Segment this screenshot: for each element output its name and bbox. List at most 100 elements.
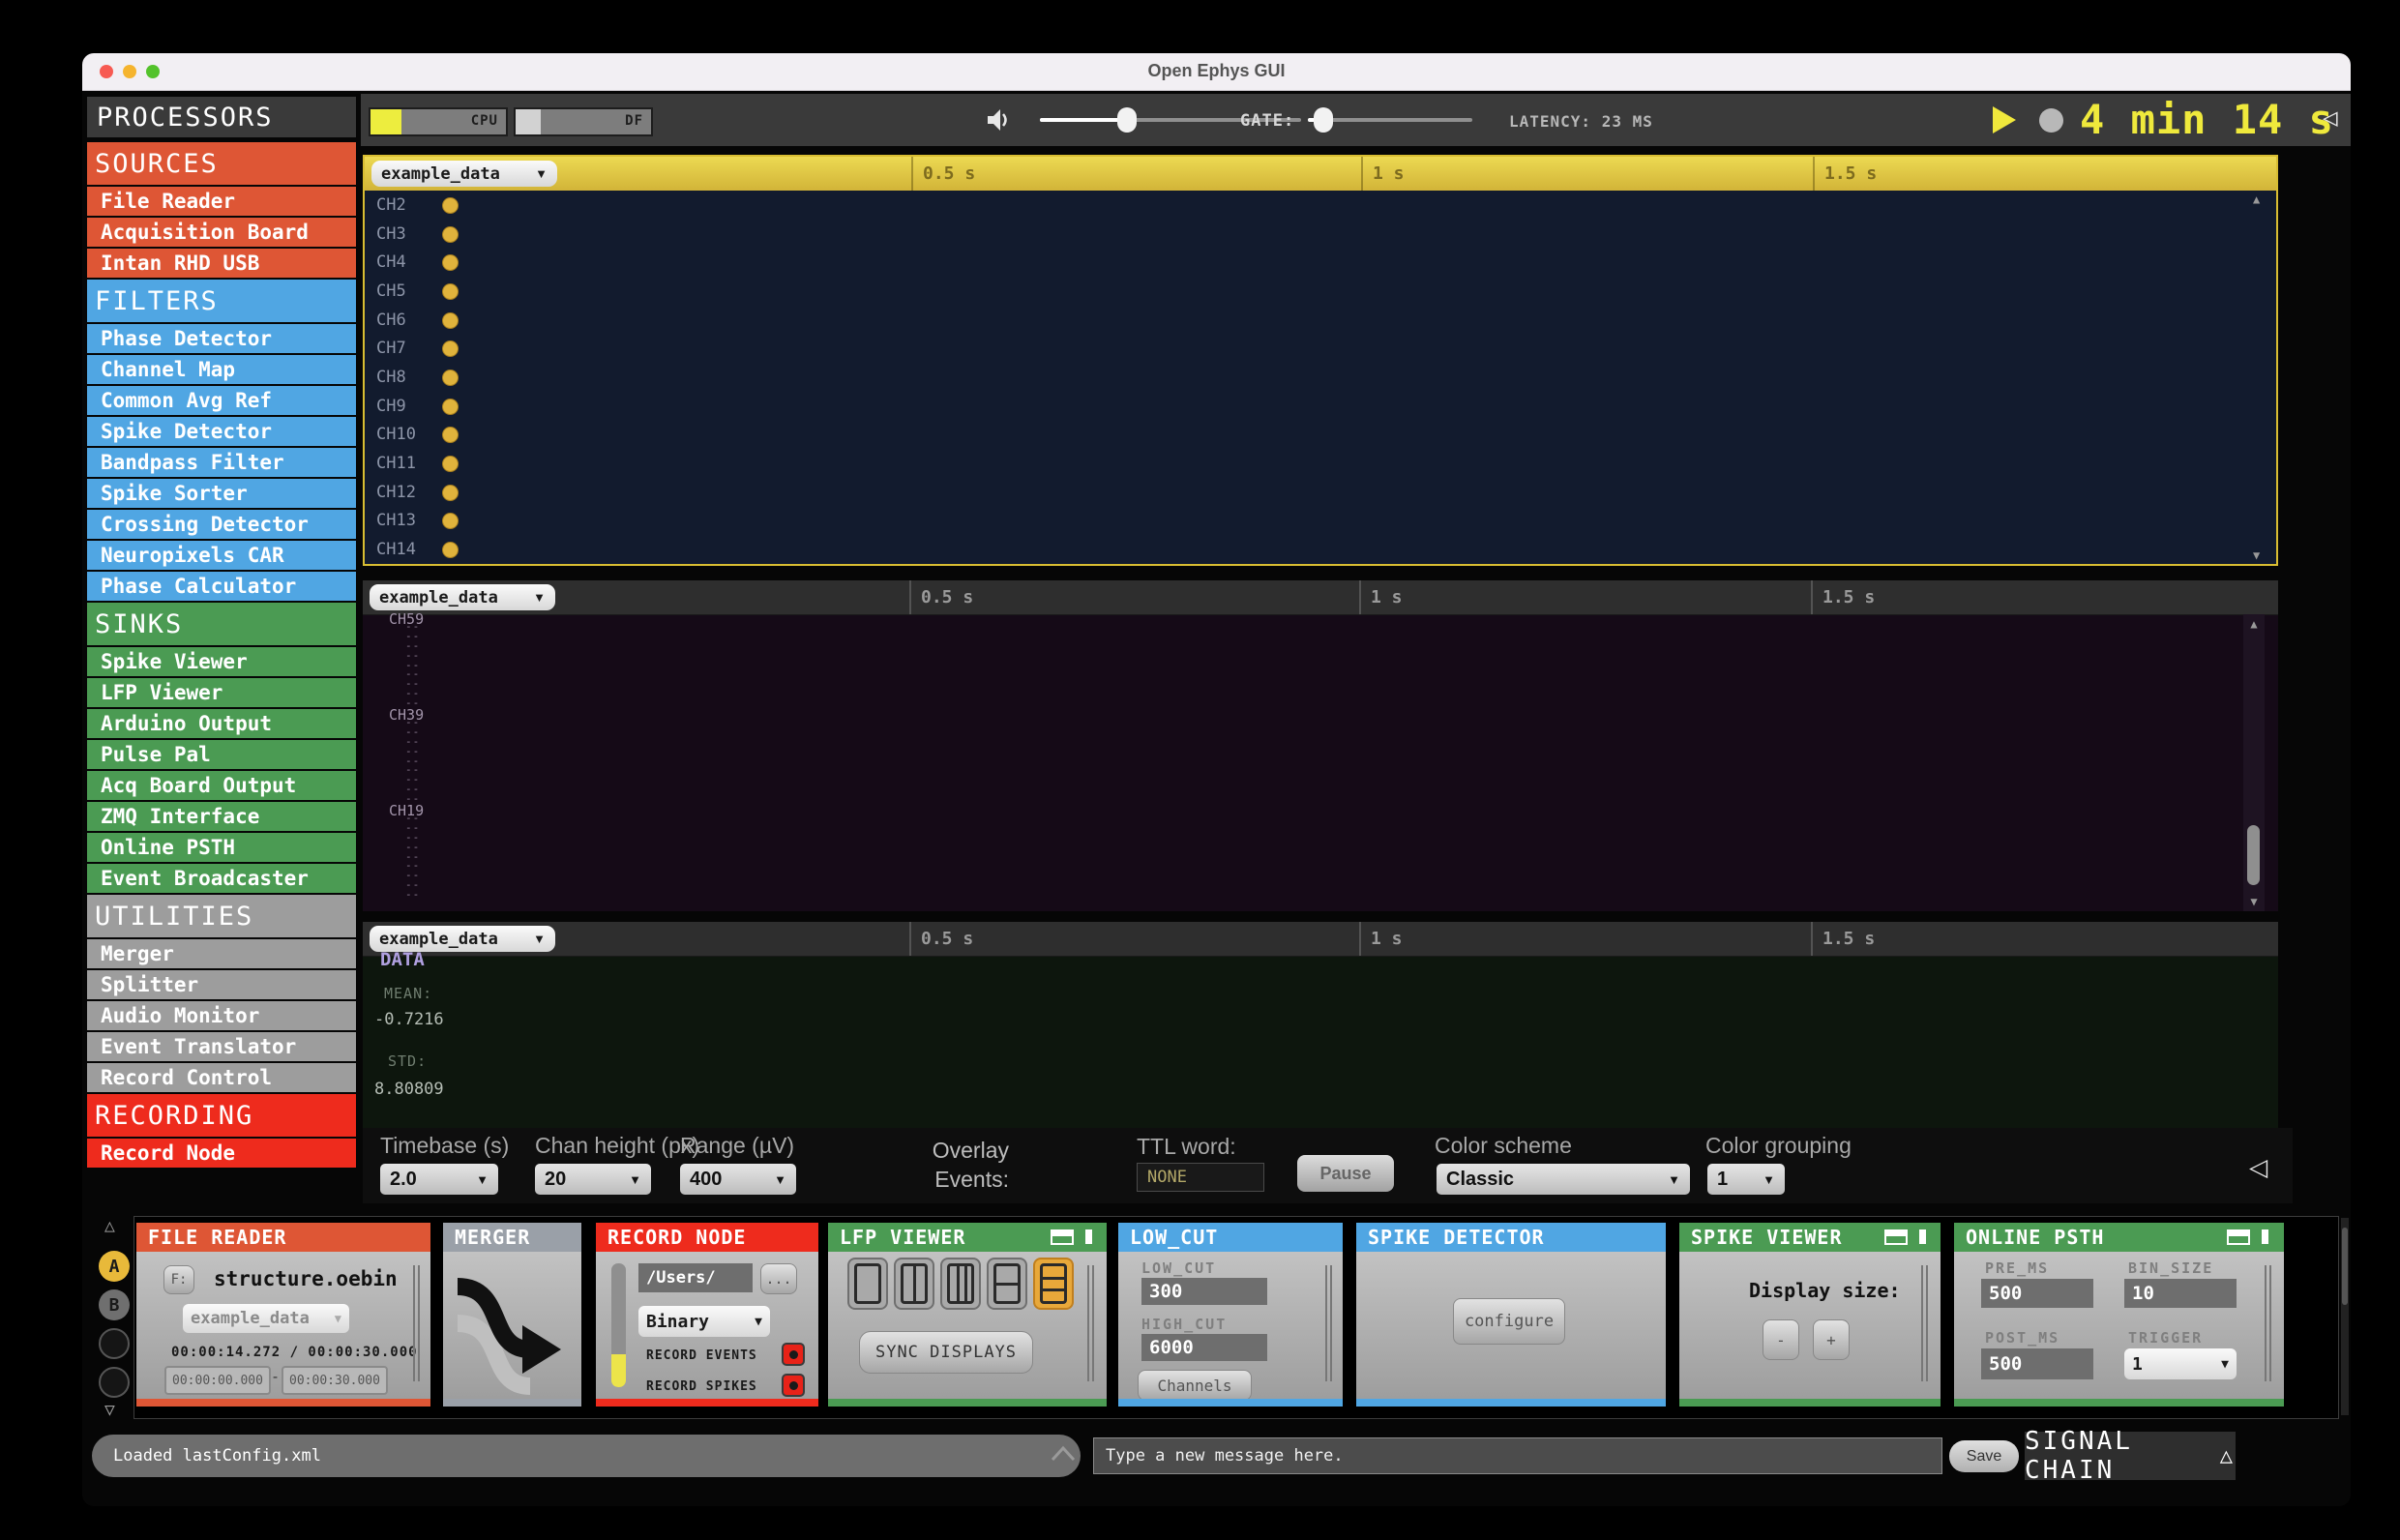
display-size-minus-button[interactable]: -: [1763, 1319, 1799, 1360]
drag-handle[interactable]: [413, 1265, 423, 1381]
data-stream-selector[interactable]: example_data ▼: [370, 926, 555, 952]
sidebar-item-acq-board-output[interactable]: Acq Board Output: [87, 771, 356, 800]
sidebar-item-spike-sorter[interactable]: Spike Sorter: [87, 479, 356, 508]
audio-monitor-dot[interactable]: [442, 225, 459, 243]
chan-height-dropdown[interactable]: 20 ▼: [535, 1164, 651, 1195]
message-input[interactable]: Type a new message here.: [1093, 1437, 1942, 1474]
low-cut-field[interactable]: 300: [1141, 1278, 1267, 1305]
color-grouping-dropdown[interactable]: 1 ▼: [1707, 1164, 1785, 1195]
sidebar-item-record-control[interactable]: Record Control: [87, 1063, 356, 1092]
open-tab-icon[interactable]: [1085, 1229, 1092, 1244]
data-trace-area[interactable]: DATA MEAN: -0.7216 STD: 8.80809: [363, 949, 2278, 1128]
layout-button-1[interactable]: [847, 1258, 888, 1310]
collapse-toolbar-icon[interactable]: ◁: [2323, 104, 2338, 133]
record-engine-dropdown[interactable]: Binary ▼: [638, 1306, 770, 1337]
module-merger[interactable]: MERGER: [443, 1223, 581, 1407]
module-online-psth[interactable]: ONLINE PSTH PRE_MS 500 BIN_SIZE 10 POST_…: [1954, 1223, 2284, 1407]
file-stream-dropdown[interactable]: example_data ▼: [183, 1304, 349, 1333]
drag-handle[interactable]: [2265, 1265, 2274, 1381]
gate-slider[interactable]: [1308, 107, 1472, 133]
bin-size-field[interactable]: 10: [2124, 1279, 2237, 1308]
layout-button-3[interactable]: [940, 1258, 981, 1310]
open-window-icon[interactable]: [1884, 1229, 1908, 1245]
range-dropdown[interactable]: 400 ▼: [680, 1164, 796, 1195]
color-scheme-dropdown[interactable]: Classic ▼: [1437, 1164, 1690, 1195]
pause-button[interactable]: Pause: [1297, 1155, 1394, 1192]
drag-handle[interactable]: [1087, 1265, 1097, 1381]
configure-button[interactable]: configure: [1453, 1298, 1565, 1345]
sidebar-item-event-translator[interactable]: Event Translator: [87, 1032, 356, 1061]
lfp-display-panel[interactable]: example_data ▼ 0.5 s1 s 1.5 s CH2 CH3 CH4 CH…: [363, 155, 2278, 566]
signal-chain-toggle[interactable]: SIGNAL CHAIN △: [2025, 1427, 2236, 1485]
sidebar-item-acquisition-board[interactable]: Acquisition Board: [87, 218, 356, 247]
chain-scrollbar-thumb[interactable]: [2342, 1228, 2348, 1305]
collapse-controls-icon[interactable]: ◁: [2249, 1153, 2267, 1182]
audio-monitor-dot[interactable]: [442, 370, 459, 386]
audio-monitor-dot[interactable]: [442, 542, 459, 559]
high-cut-field[interactable]: 6000: [1141, 1334, 1267, 1361]
chevron-up-icon[interactable]: [1050, 1445, 1077, 1463]
sidebar-item-merger[interactable]: Merger: [87, 939, 356, 968]
chain-scrollbar[interactable]: [2341, 1218, 2349, 1415]
raster-canvas[interactable]: [363, 614, 2274, 911]
browse-button[interactable]: ...: [760, 1263, 797, 1294]
sidebar-item-splitter[interactable]: Splitter: [87, 970, 356, 999]
sidebar-item-lfp-viewer[interactable]: LFP Viewer: [87, 678, 356, 707]
sidebar-item-phase-calculator[interactable]: Phase Calculator: [87, 572, 356, 601]
audio-monitor-dot[interactable]: [442, 456, 459, 473]
sidebar-item-crossing-detector[interactable]: Crossing Detector: [87, 510, 356, 539]
drag-handle[interactable]: [1921, 1265, 1931, 1381]
sidebar-item-arduino-output[interactable]: Arduino Output: [87, 709, 356, 738]
trigger-dropdown[interactable]: 1 ▼: [2124, 1348, 2237, 1379]
audio-monitor-dot[interactable]: [442, 196, 459, 214]
sidebar-item-event-broadcaster[interactable]: Event Broadcaster: [87, 864, 356, 893]
timebase-dropdown[interactable]: 2.0 ▼: [380, 1164, 498, 1195]
layout-button-4[interactable]: [987, 1258, 1027, 1310]
spike-raster-panel[interactable]: example_data ▼ 0.5 s 1 s 1.5 s CH59 -- -- -- -…: [363, 580, 2278, 911]
lfp-traces-canvas[interactable]: [365, 191, 2276, 564]
lfp-stream-selector[interactable]: example_data ▼: [371, 161, 557, 187]
module-bandpass-filter[interactable]: LOW_CUT LOW_CUT 300 HIGH_CUT 6000 Channe…: [1118, 1223, 1343, 1407]
scroll-down-icon[interactable]: ▼: [2253, 548, 2260, 562]
sidebar-item-audio-monitor[interactable]: Audio Monitor: [87, 1001, 356, 1030]
selector-empty-1[interactable]: [99, 1328, 130, 1359]
record-button[interactable]: [2039, 108, 2063, 133]
file-start-time-field[interactable]: 00:00:00.000: [164, 1366, 271, 1395]
audio-monitor-dot[interactable]: [442, 282, 459, 300]
lfp-traces-area[interactable]: CH2 CH3 CH4 CH5 CH6 CH7 CH8 CH9 CH10 CH11 CH12 CH13…: [365, 191, 2276, 564]
scroll-down-icon[interactable]: ▼: [2243, 895, 2265, 908]
continuous-data-panel[interactable]: example_data ▼ 0.5 s 1 s 1.5 s DATA MEAN: …: [363, 922, 2278, 1128]
play-button[interactable]: [1993, 106, 2016, 133]
raster-stream-selector[interactable]: example_data ▼: [370, 584, 555, 610]
sidebar-item-pulse-pal[interactable]: Pulse Pal: [87, 740, 356, 769]
module-spike-detector[interactable]: SPIKE DETECTOR configure: [1356, 1223, 1666, 1407]
layout-button-2[interactable]: [894, 1258, 934, 1310]
open-window-icon[interactable]: [2227, 1229, 2250, 1245]
selector-a-button[interactable]: A: [99, 1251, 130, 1282]
open-window-icon[interactable]: [1051, 1229, 1074, 1245]
pre-ms-field[interactable]: 500: [1981, 1279, 2093, 1308]
selector-empty-2[interactable]: [99, 1367, 130, 1398]
sidebar-item-bandpass-filter[interactable]: Bandpass Filter: [87, 448, 356, 477]
data-trace-canvas[interactable]: [363, 956, 2274, 1128]
save-button[interactable]: Save: [1949, 1440, 2019, 1472]
sidebar-item-common-avg-ref[interactable]: Common Avg Ref: [87, 386, 356, 415]
open-tab-icon[interactable]: [2262, 1229, 2268, 1244]
sidebar-item-intan-rhd-usb[interactable]: Intan RHD USB: [87, 249, 356, 278]
module-file-reader[interactable]: FILE READER F: structure.oebin example_d…: [136, 1223, 430, 1407]
open-tab-icon[interactable]: [1919, 1229, 1926, 1244]
audio-monitor-dot[interactable]: [442, 311, 459, 329]
scroll-up-icon[interactable]: ▲: [2243, 617, 2265, 631]
sidebar-item-record-node[interactable]: Record Node: [87, 1139, 356, 1168]
module-record-node[interactable]: RECORD NODE /Users/ ... Binary ▼ RECORD E…: [596, 1223, 818, 1407]
volume-slider-thumb[interactable]: [1117, 107, 1137, 133]
module-lfp-viewer[interactable]: LFP VIEWER SYNC DISPLAYS: [828, 1223, 1107, 1407]
channels-button[interactable]: Channels: [1138, 1370, 1252, 1401]
selector-down-icon[interactable]: ▽: [104, 1400, 115, 1420]
sidebar-item-phase-detector[interactable]: Phase Detector: [87, 324, 356, 353]
raster-scrollbar[interactable]: ▲ ▼: [2243, 614, 2265, 911]
sidebar-item-spike-viewer[interactable]: Spike Viewer: [87, 647, 356, 676]
drag-handle[interactable]: [1325, 1265, 1335, 1381]
sidebar-item-online-psth[interactable]: Online PSTH: [87, 833, 356, 862]
sidebar-item-channel-map[interactable]: Channel Map: [87, 355, 356, 384]
